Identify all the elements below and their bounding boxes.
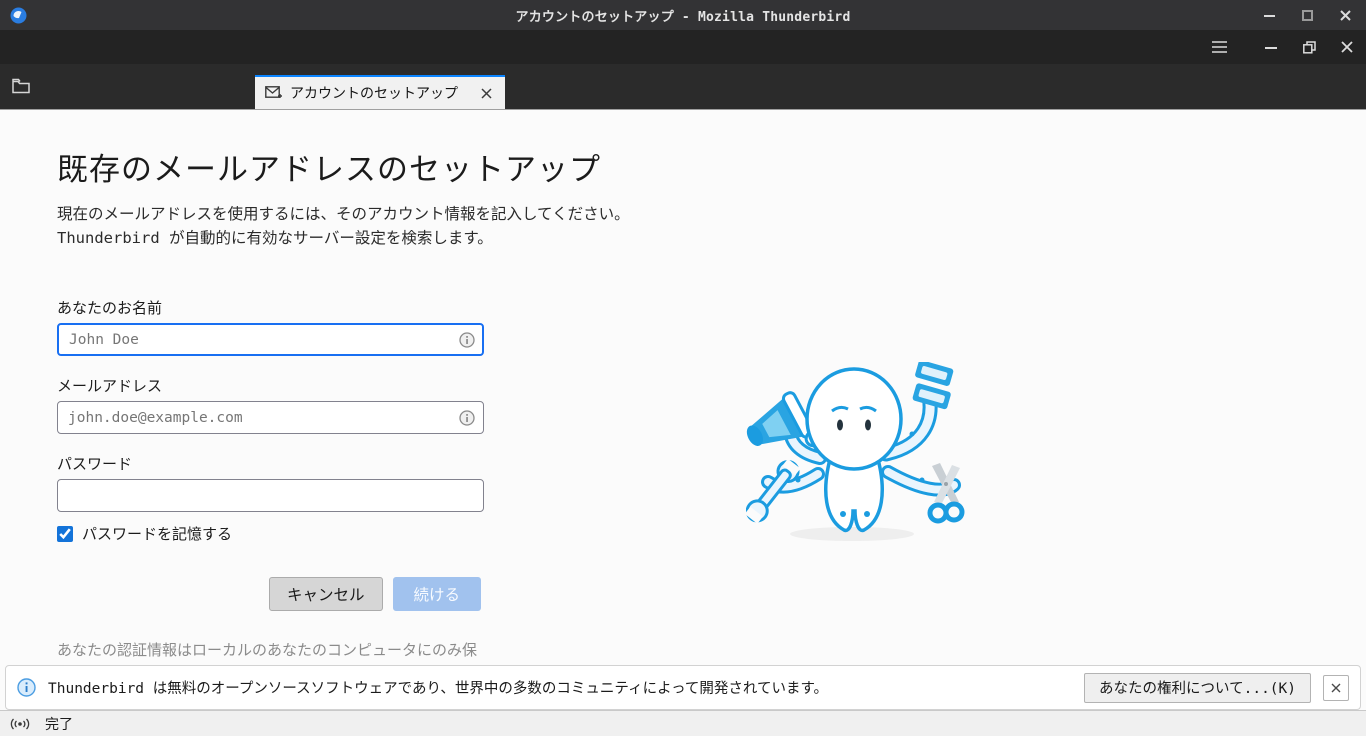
status-bar: 完了 (0, 710, 1366, 736)
tab-account-setup[interactable]: アカウントのセットアップ (255, 75, 505, 109)
network-activity-icon (10, 717, 30, 731)
app-menu-hamburger-icon[interactable] (1208, 36, 1230, 58)
subtitle-line2: Thunderbird が自動的に有効なサーバー設定を検索します。 (57, 226, 657, 250)
status-text: 完了 (45, 714, 73, 734)
octopus-mascot-illustration (746, 362, 966, 547)
notification-close-button[interactable] (1323, 675, 1349, 701)
info-notification-bar: Thunderbird は無料のオープンソースソフトウェアであり、世界中の多数の… (5, 665, 1361, 710)
account-setup-page: 既存のメールアドレスのセットアップ 現在のメールアドレスを使用するには、そのアカ… (0, 110, 1366, 710)
app-minimize-button[interactable] (1260, 36, 1282, 58)
info-icon (17, 678, 36, 697)
continue-button[interactable]: 続ける (393, 577, 482, 611)
tab-close-icon[interactable] (477, 84, 495, 102)
page-title: 既存のメールアドレスのセットアップ (57, 148, 657, 192)
name-info-icon[interactable] (459, 332, 475, 348)
tab-bar: アカウントのセットアップ (0, 64, 1366, 110)
window-close-button[interactable] (1334, 4, 1356, 26)
new-account-envelope-icon (265, 86, 282, 100)
password-field-label: パスワード (57, 454, 484, 474)
email-input[interactable] (57, 401, 484, 434)
remember-password-checkbox[interactable] (57, 526, 73, 542)
tab-label: アカウントのセットアップ (290, 83, 477, 103)
app-close-button[interactable] (1336, 36, 1358, 58)
know-your-rights-button[interactable]: あなたの権利について...(K) (1084, 673, 1311, 703)
cancel-button[interactable]: キャンセル (269, 577, 383, 611)
password-input[interactable] (57, 479, 484, 512)
app-toolbar (0, 30, 1366, 64)
app-restore-button[interactable] (1298, 36, 1320, 58)
name-input[interactable] (57, 323, 484, 356)
window-titlebar: アカウントのセットアップ - Mozilla Thunderbird (0, 0, 1366, 30)
window-minimize-button[interactable] (1258, 4, 1280, 26)
mail-space-folder-icon[interactable] (12, 78, 30, 94)
email-field-label: メールアドレス (57, 376, 484, 396)
subtitle-line1: 現在のメールアドレスを使用するには、そのアカウント情報を記入してください。 (57, 202, 657, 226)
account-setup-form: あなたのお名前 メールアドレス (57, 298, 484, 672)
notification-message: Thunderbird は無料のオープンソースソフトウェアであり、世界中の多数の… (48, 677, 1084, 698)
remember-password-label: パスワードを記憶する (82, 523, 232, 544)
window-maximize-button[interactable] (1296, 4, 1318, 26)
email-info-icon[interactable] (459, 410, 475, 426)
name-field-label: あなたのお名前 (57, 298, 484, 318)
window-title: アカウントのセットアップ - Mozilla Thunderbird (0, 6, 1366, 25)
